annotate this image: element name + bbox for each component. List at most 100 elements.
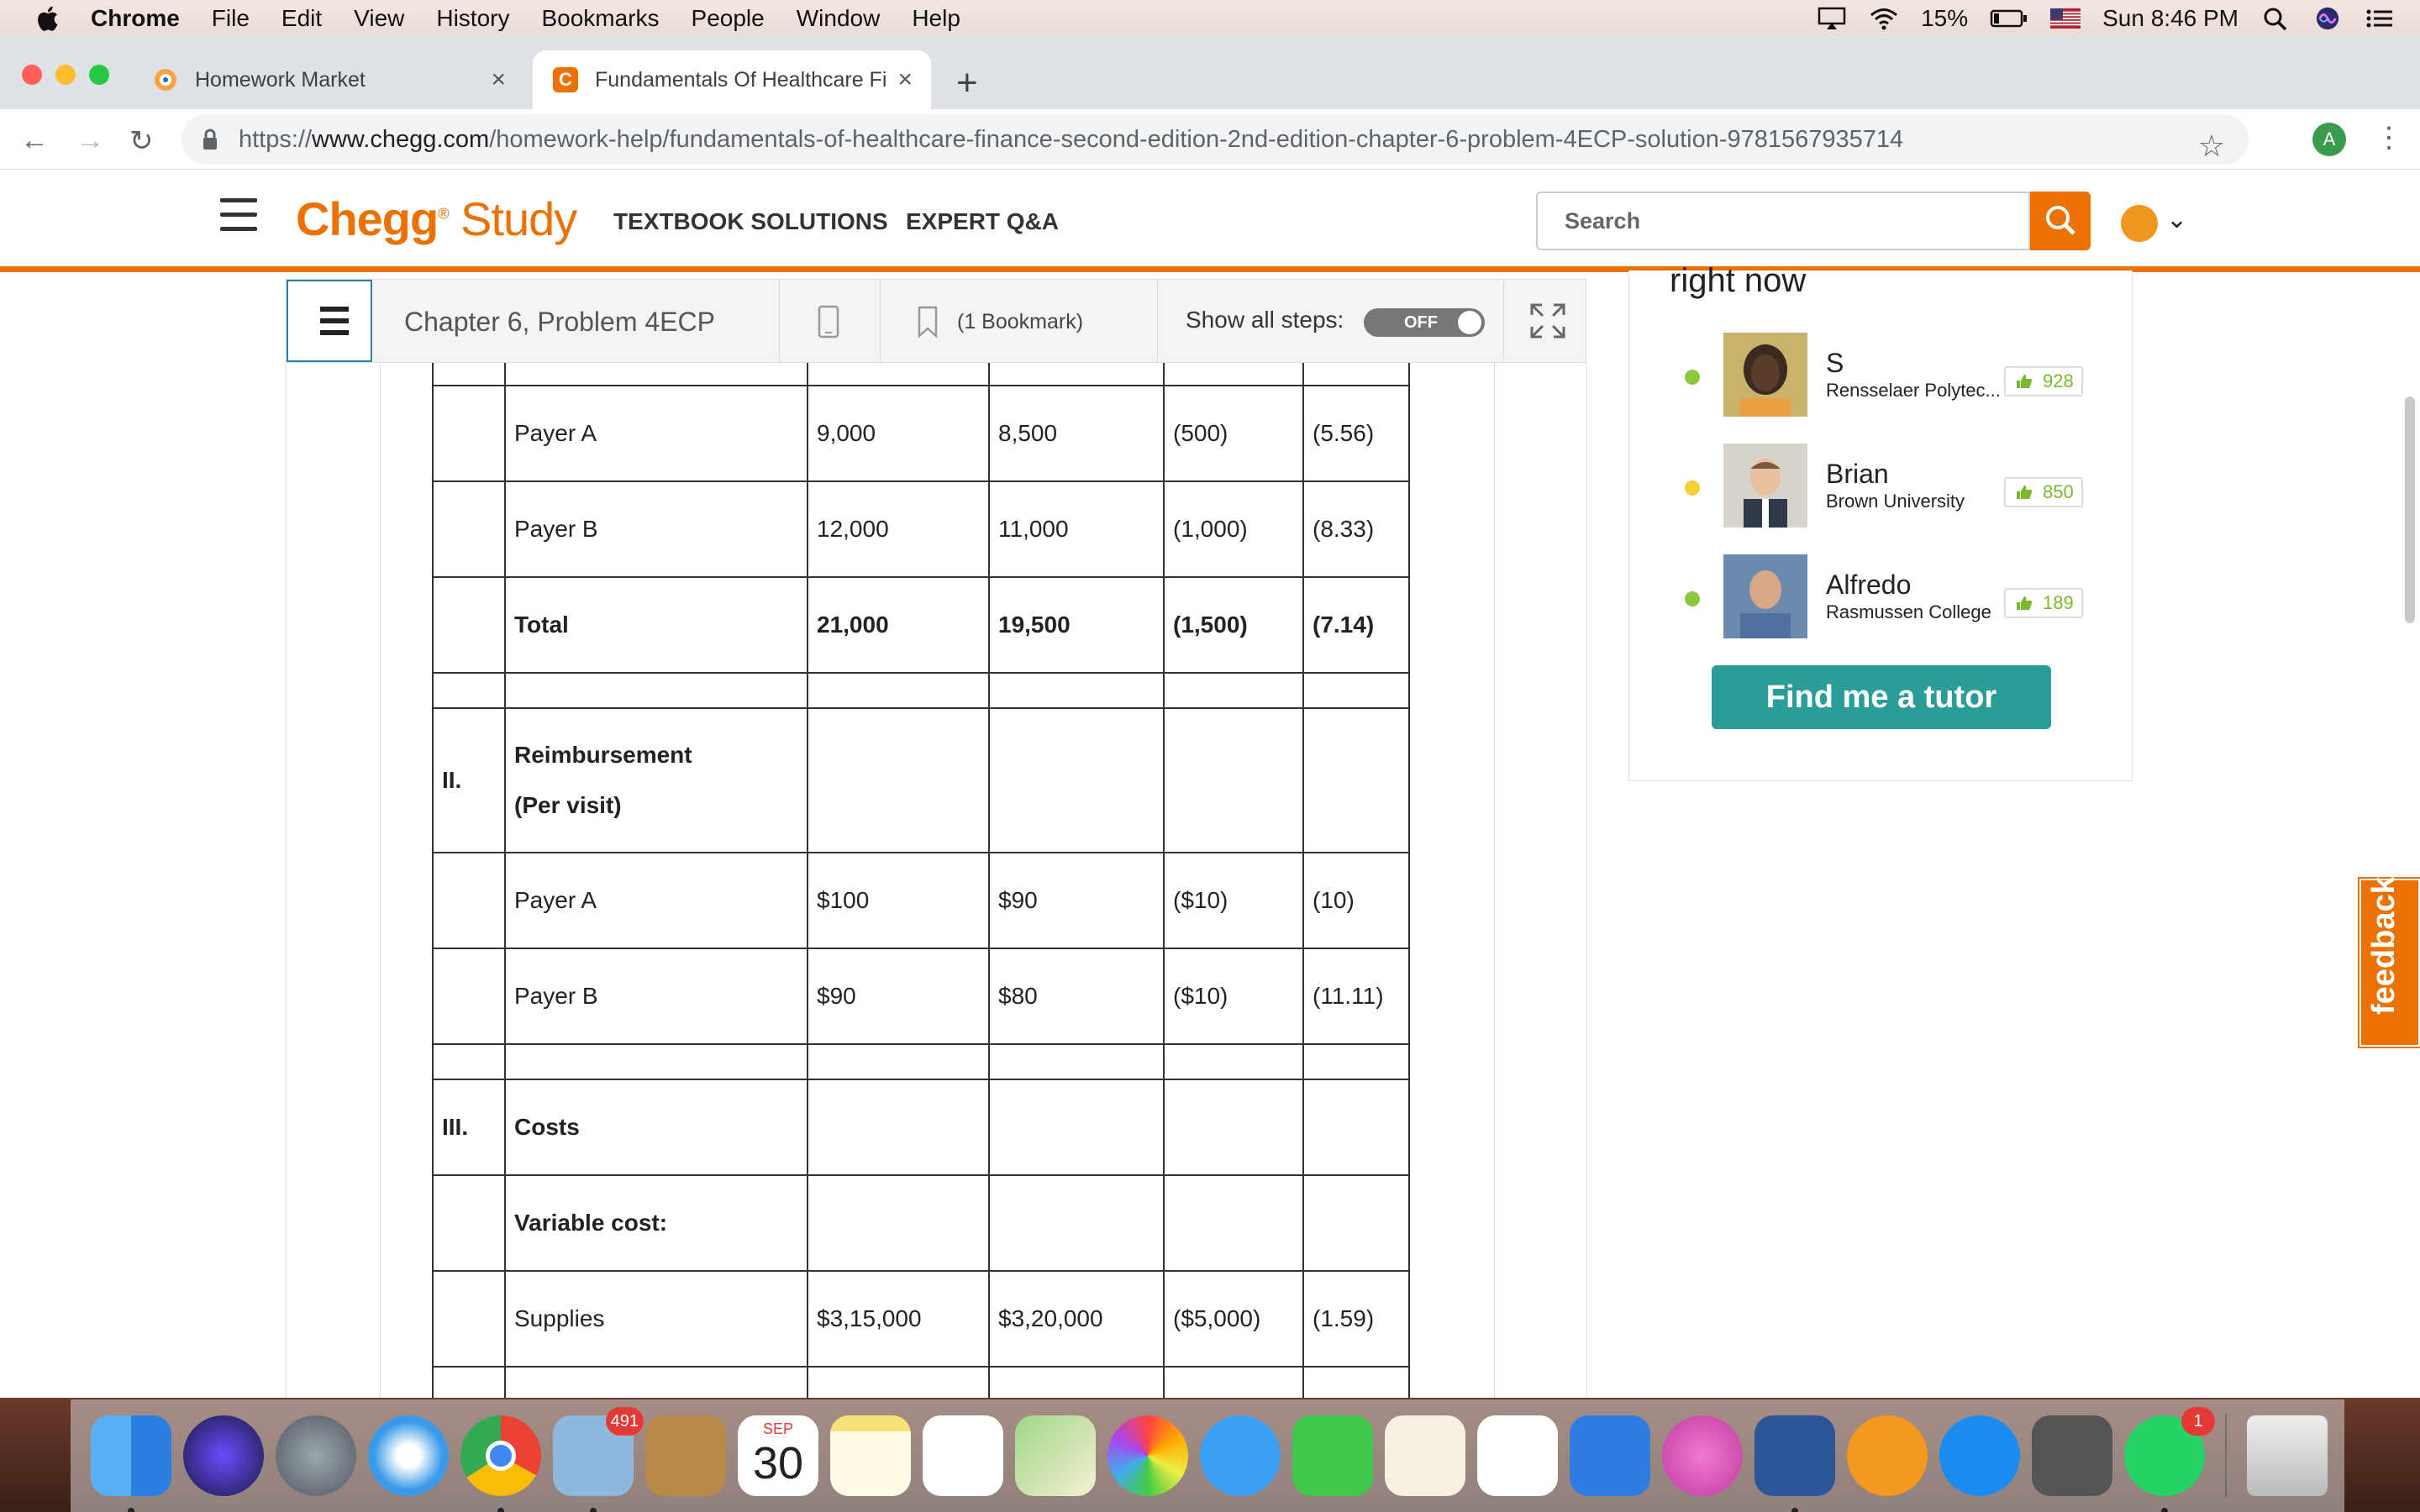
table-cell (807, 1043, 990, 1080)
mobile-phone-icon[interactable] (816, 305, 841, 339)
siri-icon[interactable] (2312, 6, 2343, 31)
table-cell: (1,500) (1163, 576, 1304, 674)
mail-icon[interactable]: 491 (553, 1407, 644, 1512)
notes-icon[interactable] (830, 1415, 911, 1496)
back-arrow-icon[interactable]: ← (20, 124, 49, 157)
divider (779, 280, 780, 362)
finder-icon[interactable] (91, 1415, 171, 1512)
menu-app-name[interactable]: Chrome (91, 5, 180, 32)
tab-close-icon[interactable]: × (897, 66, 913, 94)
divider (1157, 280, 1158, 362)
tutor-photo (1723, 333, 1807, 417)
chrome-menu-icon[interactable]: ⋮ (2375, 121, 2403, 155)
menu-view[interactable]: View (354, 5, 404, 32)
tutor-row[interactable]: Alfredo Rasmussen College 189 (1629, 554, 2133, 638)
tutor-row[interactable]: S Rensselaer Polytec... 928 (1629, 333, 2133, 417)
user-avatar[interactable] (2121, 205, 2158, 242)
reload-icon[interactable]: ↻ (129, 124, 154, 158)
airplay-icon[interactable] (1817, 6, 1847, 31)
tab-fundamentals-healthcare[interactable]: C Fundamentals Of Healthcare Fi × (533, 50, 931, 109)
bookmark-count[interactable]: (1 Bookmark) (957, 310, 1083, 334)
logo-study: Study (460, 192, 577, 245)
table-cell (432, 1043, 506, 1080)
menubar-clock[interactable]: Sun 8:46 PM (2102, 5, 2238, 32)
itunes-icon[interactable] (1662, 1415, 1743, 1496)
menu-file[interactable]: File (212, 5, 250, 32)
spotlight-search-icon[interactable] (2260, 6, 2291, 31)
find-tutor-button[interactable]: Find me a tutor (1712, 665, 2051, 729)
keynote-icon[interactable] (1570, 1415, 1650, 1496)
url-path: /homework-help/fundamentals-of-healthcar… (489, 126, 1904, 153)
window-zoom-button[interactable] (89, 65, 109, 85)
profile-avatar[interactable]: A (2312, 123, 2346, 156)
lock-icon[interactable] (202, 129, 218, 150)
hamburger-menu-icon[interactable] (220, 198, 257, 232)
content-border-inner-right (1494, 363, 1495, 1398)
expand-fullscreen-icon[interactable] (1528, 302, 1567, 340)
forward-arrow-icon[interactable]: → (76, 124, 104, 157)
feedback-tab[interactable]: feedback (2360, 876, 2420, 1047)
system-preferences-icon[interactable] (2032, 1415, 2112, 1496)
calendar-icon[interactable]: SEP 30 (738, 1415, 818, 1496)
menu-edit[interactable]: Edit (281, 5, 322, 32)
chevron-down-icon[interactable]: ⌄ (2166, 205, 2187, 234)
menu-history[interactable]: History (436, 5, 509, 32)
bookmark-star-icon[interactable]: ☆ (2198, 121, 2225, 171)
bookmark-icon[interactable] (915, 305, 940, 339)
menu-window[interactable]: Window (797, 5, 881, 32)
menu-bookmarks[interactable]: Bookmarks (541, 5, 659, 32)
wifi-icon[interactable] (1869, 6, 1899, 31)
notification-center-icon[interactable] (2365, 6, 2395, 31)
table-cell (504, 361, 808, 386)
trash-icon[interactable] (2247, 1415, 2328, 1496)
table-cell (988, 1079, 1165, 1176)
table-cell: $80 (988, 948, 1165, 1045)
search-button[interactable] (2030, 192, 2091, 250)
messages-icon[interactable] (1200, 1415, 1281, 1496)
tutor-row[interactable]: Brian Brown University 850 (1629, 444, 2133, 528)
table-cell (504, 1366, 808, 1398)
chrome-icon[interactable] (460, 1415, 541, 1512)
facetime-icon[interactable] (1292, 1415, 1373, 1496)
nav-textbook-solutions[interactable]: TEXTBOOK SOLUTIONS (613, 208, 888, 235)
safari-icon[interactable] (368, 1415, 449, 1496)
books-icon[interactable] (1847, 1415, 1928, 1496)
thumbs-up-icon (2017, 486, 2033, 499)
window-minimize-button[interactable] (55, 65, 76, 85)
whatsapp-icon[interactable]: 1 (2124, 1407, 2215, 1512)
search-input[interactable]: Search (1536, 192, 2030, 250)
tutor-score: 850 (2043, 481, 2074, 502)
content-border-inner-left (380, 363, 381, 1398)
table-cell: 8,500 (988, 385, 1165, 482)
contacts-icon[interactable] (645, 1415, 726, 1496)
pages-icon[interactable] (1385, 1415, 1465, 1496)
table-cell: (8.33) (1302, 480, 1410, 578)
us-flag-icon[interactable] (2050, 6, 2081, 31)
tab-close-icon[interactable]: × (491, 66, 506, 94)
menu-help[interactable]: Help (912, 5, 960, 32)
page-scrollbar-thumb[interactable] (2405, 396, 2415, 623)
show-all-steps-toggle[interactable]: OFF (1364, 308, 1485, 337)
table-cell: $90 (988, 852, 1165, 949)
chegg-study-logo[interactable]: Chegg® Study (296, 192, 577, 246)
nav-expert-qa[interactable]: EXPERT Q&A (906, 208, 1059, 235)
reminders-icon[interactable] (923, 1415, 1003, 1496)
window-close-button[interactable] (22, 65, 42, 85)
battery-icon[interactable] (1990, 6, 2028, 31)
table-cell: Payer B (504, 480, 808, 578)
table-of-contents-button[interactable] (287, 280, 372, 362)
numbers-icon[interactable] (1477, 1415, 1558, 1496)
maps-icon[interactable] (1015, 1415, 1096, 1496)
menu-people[interactable]: People (692, 5, 765, 32)
macos-dock: 491 SEP 30 1 (71, 1399, 2344, 1512)
photos-icon[interactable] (1107, 1415, 1188, 1496)
online-status-dot (1685, 591, 1700, 606)
siri-app-icon[interactable] (183, 1415, 264, 1496)
apple-menu-icon[interactable] (34, 3, 64, 34)
launchpad-icon[interactable] (276, 1415, 356, 1496)
new-tab-button[interactable]: + (956, 62, 978, 104)
app-store-icon[interactable] (1939, 1415, 2020, 1496)
tab-homework-market[interactable]: Homework Market × (134, 50, 524, 109)
address-bar[interactable]: https://www.chegg.com/homework-help/fund… (182, 114, 2249, 165)
microsoft-word-icon[interactable] (1754, 1415, 1835, 1512)
